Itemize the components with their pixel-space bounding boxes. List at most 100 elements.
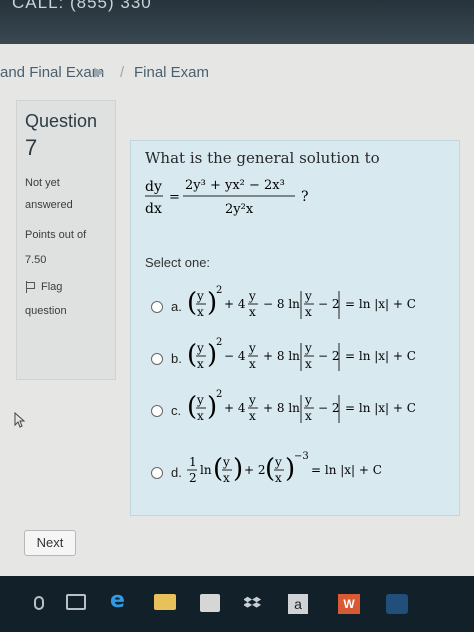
file-explorer-icon[interactable] — [154, 594, 176, 610]
question-number: 7 — [25, 135, 38, 160]
svg-text:− 8 ln: − 8 ln — [263, 297, 300, 311]
points-value: 7.50 — [25, 254, 47, 266]
svg-text:x: x — [197, 305, 204, 319]
svg-text:y: y — [304, 393, 312, 407]
windows-taskbar: e a W — [0, 576, 474, 632]
svg-text:y: y — [196, 341, 204, 355]
svg-text:2: 2 — [189, 471, 197, 485]
svg-text:−3: −3 — [294, 451, 309, 462]
exam-page: and Final Exam ▶ / Final Exam Question 7… — [0, 44, 474, 576]
svg-text:y: y — [304, 289, 312, 303]
dropbox-icon[interactable] — [244, 594, 262, 612]
next-button[interactable]: Next — [24, 530, 76, 556]
question-label: Question — [25, 111, 98, 131]
svg-text:(: ( — [187, 392, 197, 422]
option-letter-b: b. — [171, 351, 182, 366]
differential-equation: dy dx = 2y³ + yx² − 2x³ 2y²x ? — [145, 178, 309, 217]
svg-text:(: ( — [213, 454, 223, 484]
svg-text:x: x — [197, 409, 204, 423]
svg-text:= ln |x| + C: = ln |x| + C — [311, 463, 382, 477]
question-info-panel: Question 7 Not yet answered Points out o… — [16, 100, 116, 380]
radio-button-a[interactable] — [151, 301, 163, 313]
svg-text:x: x — [223, 471, 230, 485]
svg-text:+ 4: + 4 — [224, 297, 246, 311]
svg-text:(: ( — [265, 454, 275, 484]
status-text: Not yet — [25, 177, 60, 189]
flag-icon[interactable] — [25, 281, 35, 293]
svg-text:+ 4: + 4 — [224, 401, 246, 415]
flag-question-button[interactable]: Flag — [25, 281, 62, 293]
answer-option-b[interactable]: b. ( yx ) 2 − 4 yx + 8 ln yx − 2 = ln |x… — [151, 331, 451, 377]
svg-text:− 4: − 4 — [224, 349, 246, 363]
flag-label-2[interactable]: question — [25, 305, 67, 317]
svg-text:y: y — [196, 289, 204, 303]
radio-button-b[interactable] — [151, 353, 163, 365]
svg-text:ln: ln — [200, 463, 212, 477]
svg-text:+ 8 ln: + 8 ln — [263, 349, 300, 363]
flag-label[interactable]: Flag — [41, 281, 62, 293]
svg-text:= ln |x| + C: = ln |x| + C — [345, 349, 416, 363]
app-icon[interactable] — [386, 594, 408, 614]
word-icon[interactable]: W — [338, 594, 360, 614]
breadcrumb: and Final Exam ▶ / Final Exam — [0, 58, 474, 88]
breadcrumb-parent-link[interactable]: and Final Exam — [0, 64, 104, 81]
svg-text:(: ( — [187, 288, 197, 318]
option-d-expression: 12 ln ( yx ) + 2 ( yx ) −3 = ln |x| + C — [187, 451, 382, 485]
answer-option-d[interactable]: d. 12 ln ( yx ) + 2 ( yx ) −3 = ln |x| +… — [151, 445, 451, 491]
radio-button-d[interactable] — [151, 467, 163, 479]
svg-text:dx: dx — [145, 201, 162, 217]
svg-text:x: x — [197, 357, 204, 371]
svg-text:− 2: − 2 — [318, 349, 340, 363]
svg-text:?: ? — [301, 189, 309, 205]
option-a-expression: ( yx ) 2 + 4 yx − 8 ln yx − 2 = ln |x| +… — [187, 285, 416, 319]
call-text: CALL: (855) 330 — [12, 0, 152, 12]
svg-text:x: x — [275, 471, 282, 485]
task-view-icon[interactable] — [66, 594, 86, 610]
select-one-label: Select one: — [145, 255, 211, 270]
svg-text:): ) — [233, 454, 243, 484]
amazon-icon[interactable]: a — [288, 594, 308, 614]
svg-text:= ln |x| + C: = ln |x| + C — [345, 401, 416, 415]
svg-text:y: y — [274, 455, 282, 469]
breadcrumb-slash: / — [120, 64, 125, 81]
svg-text:= ln |x| + C: = ln |x| + C — [345, 297, 416, 311]
microphone-icon[interactable] — [34, 596, 44, 610]
svg-text:y: y — [196, 393, 204, 407]
svg-text:dy: dy — [145, 179, 162, 195]
svg-text:x: x — [249, 357, 256, 371]
svg-text:x: x — [305, 305, 312, 319]
breadcrumb-current-link[interactable]: Final Exam — [134, 64, 209, 81]
breadcrumb-arrow-icon: ▶ — [94, 64, 104, 79]
svg-text:2: 2 — [216, 337, 222, 348]
points-label: Points out of — [25, 229, 87, 241]
svg-text:y: y — [248, 393, 256, 407]
svg-text:x: x — [249, 305, 256, 319]
answer-option-a[interactable]: a. ( yx ) 2 + 4 yx − 8 ln yx − 2 = ln |x… — [151, 279, 451, 325]
question-prompt: What is the general solution to — [145, 149, 380, 167]
mouse-cursor-icon — [14, 412, 26, 428]
option-letter-c: c. — [171, 403, 182, 418]
svg-text:x: x — [305, 409, 312, 423]
svg-text:(: ( — [187, 340, 197, 370]
question-content-box: What is the general solution to dy dx = … — [130, 140, 460, 516]
svg-text:2y³ + yx² − 2x³: 2y³ + yx² − 2x³ — [185, 178, 285, 193]
store-icon[interactable] — [200, 594, 220, 612]
status-text-2: answered — [25, 199, 73, 211]
option-letter-a: a. — [171, 299, 182, 314]
svg-text:2: 2 — [216, 285, 222, 296]
option-letter-d: d. — [171, 465, 182, 480]
svg-text:− 2: − 2 — [318, 401, 340, 415]
top-header-band: CALL: (855) 330 — [0, 0, 474, 44]
svg-text:− 2: − 2 — [318, 297, 340, 311]
edge-icon[interactable]: e — [110, 588, 128, 613]
svg-text:y: y — [248, 289, 256, 303]
svg-text:=: = — [169, 190, 180, 205]
answer-option-c[interactable]: c. ( yx ) 2 + 4 yx + 8 ln yx − 2 = ln |x… — [151, 383, 451, 429]
svg-text:x: x — [249, 409, 256, 423]
option-b-expression: ( yx ) 2 − 4 yx + 8 ln yx − 2 = ln |x| +… — [187, 337, 416, 371]
svg-text:y: y — [222, 455, 230, 469]
radio-button-c[interactable] — [151, 405, 163, 417]
svg-text:+ 2: + 2 — [244, 463, 266, 477]
option-c-expression: ( yx ) 2 + 4 yx + 8 ln yx − 2 = ln |x| +… — [187, 389, 416, 423]
svg-text:+ 8 ln: + 8 ln — [263, 401, 300, 415]
